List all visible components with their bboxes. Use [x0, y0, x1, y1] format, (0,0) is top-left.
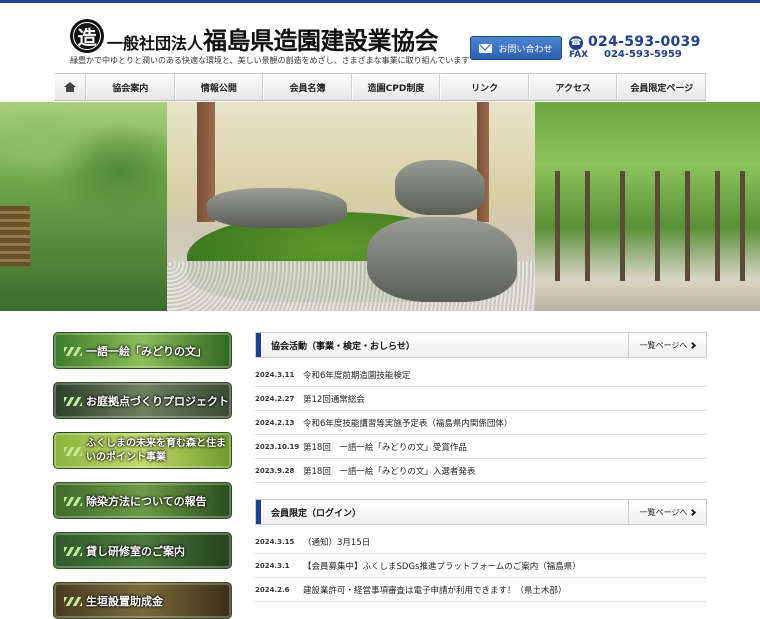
news-date: 2024.2.27: [255, 394, 295, 403]
news-item[interactable]: 2024.2.27 第12回通常総会: [255, 387, 707, 411]
hero-photo-trees: [535, 102, 760, 311]
nav-members[interactable]: 会員名簿: [263, 74, 352, 100]
news-date: 2023.9.28: [255, 466, 295, 475]
news-date: 2024.2.13: [255, 418, 295, 427]
tree-trunk: [715, 171, 720, 281]
nav-access[interactable]: アクセス: [528, 74, 618, 100]
members-section-title: 会員限定（ログイン）: [271, 508, 362, 519]
stripes-icon: [64, 497, 82, 506]
news-title[interactable]: 令和6年度前期造園技能検定: [303, 369, 410, 381]
members-date: 2024.3.15: [255, 537, 295, 546]
members-item[interactable]: 2024.3.1 【会員募集中】ふくしまSDGs推進プラットフォームのご案内（福…: [255, 554, 707, 578]
tree-trunk: [685, 171, 690, 281]
logo-mark[interactable]: 造: [70, 19, 104, 53]
mail-icon: [479, 43, 493, 53]
section-accent-bar: [256, 333, 261, 357]
sidebar-banner-decontamination[interactable]: 除染方法についての報告: [53, 482, 232, 519]
news-title[interactable]: 第12回通常総会: [303, 393, 365, 405]
stripes-icon: [64, 547, 82, 556]
nav-cpd[interactable]: 造園CPD制度: [351, 74, 441, 100]
members-item[interactable]: 2024.2.6 建設業許可・経営事項審査は電子申請が利用できます！（県土木部）: [255, 578, 707, 602]
chevron-right-icon: [689, 508, 697, 516]
news-title[interactable]: 第18回 一語一絵「みどりの文」受賞作品: [303, 441, 467, 453]
tree-trunk: [620, 171, 625, 281]
stripes-icon: [64, 347, 82, 356]
more-button-label: 一覧ページへ: [639, 507, 688, 517]
news-section-header: 協会活動（事業・検定・おしらせ） 一覧ページへ: [255, 332, 707, 358]
stripes-icon: [64, 447, 82, 456]
news-title[interactable]: 令和6年度技能講習等実施予定表（福島県内関係団体）: [303, 417, 512, 429]
sidebar-banner-garden-project[interactable]: お庭拠点づくりプロジェクト: [53, 382, 232, 419]
sidebar-banner-hedge-grant[interactable]: 生垣設置助成金: [53, 582, 232, 619]
tree-trunk: [740, 171, 745, 281]
garden-rock: [395, 160, 485, 215]
tagline: 緑豊かで中ゆとりと潤いのある快適な環境と、美しい景観の創造をめざし、さまざまな事…: [70, 56, 470, 65]
fax-number: 024-593-5959: [604, 49, 682, 60]
org-prefix: 一般社団法人: [107, 34, 204, 53]
org-name: 福島県造園建設業協会: [203, 27, 439, 55]
sidebar-banner-midori[interactable]: 一語一絵「みどりの文」: [53, 332, 232, 369]
members-title[interactable]: 【会員募集中】ふくしまSDGs推進プラットフォームのご案内（福島県）: [303, 560, 581, 572]
more-button-label: 一覧ページへ: [639, 340, 688, 350]
site-header: 造 一般社団法人福島県造園建設業協会 緑豊かで中ゆとりと潤いのある快適な環境と、…: [0, 3, 760, 73]
hero-photo-garden: [167, 102, 535, 311]
fax-label: FAX: [569, 50, 589, 60]
stripes-icon: [64, 597, 82, 606]
contact-button[interactable]: お問い合わせ: [470, 36, 562, 60]
news-date: 2023.10.19: [255, 442, 300, 451]
sidebar-banner-label: 除染方法についての報告: [86, 494, 207, 508]
hero-banner: [0, 102, 760, 311]
members-title[interactable]: （通知）3月15日: [303, 536, 370, 548]
tree-trunk: [655, 171, 660, 281]
sidebar-banner-label: お庭拠点づくりプロジェクト: [86, 394, 229, 408]
news-date: 2024.3.11: [255, 370, 295, 379]
site-title[interactable]: 一般社団法人福島県造園建設業協会: [107, 21, 439, 56]
sidebar-banner-label: 生垣設置助成金: [86, 594, 163, 608]
sidebar-banner-training-room[interactable]: 貸し研修室のご案内: [53, 532, 232, 569]
tel-number: 024-593-0039: [588, 34, 701, 50]
nav-members-only[interactable]: 会員限定ページ: [617, 74, 707, 100]
global-nav: 協会案内 情報公開 会員名簿 造園CPD制度 リンク アクセス 会員限定ページ: [54, 73, 707, 101]
garden-rock: [367, 217, 517, 302]
news-more-button[interactable]: 一覧ページへ: [628, 333, 706, 357]
tree-trunk: [555, 171, 560, 281]
members-title[interactable]: 建設業許可・経営事項審査は電子申請が利用できます！（県土木部）: [303, 584, 567, 596]
news-title[interactable]: 第18回 一語一絵「みどりの文」入選者発表: [303, 465, 475, 477]
news-item[interactable]: 2024.3.11 令和6年度前期造園技能検定: [255, 363, 707, 387]
section-accent-bar: [256, 500, 261, 524]
members-more-button[interactable]: 一覧ページへ: [628, 500, 706, 524]
sidebar-banner-label: ふくしまの未来を育む森と住まいのポイント事業: [86, 437, 226, 463]
members-section-header: 会員限定（ログイン） 一覧ページへ: [255, 499, 707, 525]
hero-photo-park: [0, 102, 167, 311]
members-item[interactable]: 2024.3.15 （通知）3月15日: [255, 530, 707, 554]
news-item[interactable]: 2023.10.19 第18回 一語一絵「みどりの文」受賞作品: [255, 435, 707, 459]
members-date: 2024.3.1: [255, 561, 290, 570]
stripes-icon: [64, 397, 82, 406]
members-date: 2024.2.6: [255, 585, 290, 594]
bench-image: [0, 206, 30, 266]
news-item[interactable]: 2023.9.28 第18回 一語一絵「みどりの文」入選者発表: [255, 459, 707, 483]
nav-links[interactable]: リンク: [440, 74, 529, 100]
contact-button-label: お問い合わせ: [498, 44, 553, 55]
garden-rock: [207, 188, 347, 228]
nav-home[interactable]: [54, 74, 86, 100]
news-item[interactable]: 2024.2.13 令和6年度技能講習等実施予定表（福島県内関係団体）: [255, 411, 707, 435]
sidebar-banner-label: 貸し研修室のご案内: [86, 544, 185, 558]
home-icon: [64, 81, 76, 92]
nav-about[interactable]: 協会案内: [86, 74, 175, 100]
nav-disclosure[interactable]: 情報公開: [174, 74, 264, 100]
phone-icon: ☎: [569, 36, 583, 50]
tree-trunk: [585, 171, 590, 281]
sidebar-banner-forest-points[interactable]: ふくしまの未来を育む森と住まいのポイント事業: [53, 432, 232, 469]
chevron-right-icon: [689, 341, 697, 349]
news-section-title: 協会活動（事業・検定・おしらせ）: [271, 341, 415, 352]
sidebar-banner-label: 一語一絵「みどりの文」: [86, 344, 207, 358]
